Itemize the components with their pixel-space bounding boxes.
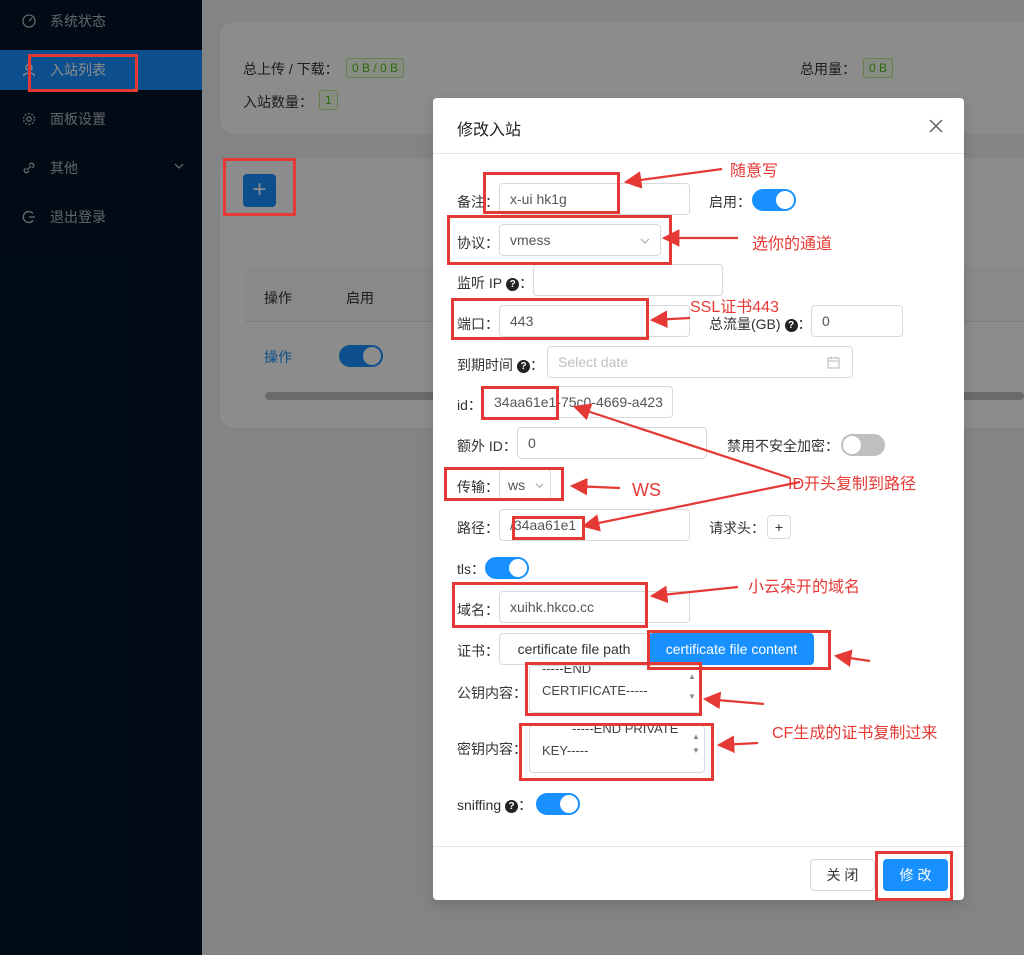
annotation-domain: 小云朵开的域名: [748, 579, 861, 596]
annotation-id-path: ID开头复制到路径: [788, 476, 917, 493]
annotation-protocol: 选你的通道: [752, 236, 833, 253]
annotation-remark: 随意写: [730, 163, 779, 180]
annotation-cert: CF生成的证书复制过来: [772, 725, 938, 742]
annotation-port: SSL证书443: [690, 299, 779, 316]
annotation-transport: WS: [632, 480, 661, 500]
